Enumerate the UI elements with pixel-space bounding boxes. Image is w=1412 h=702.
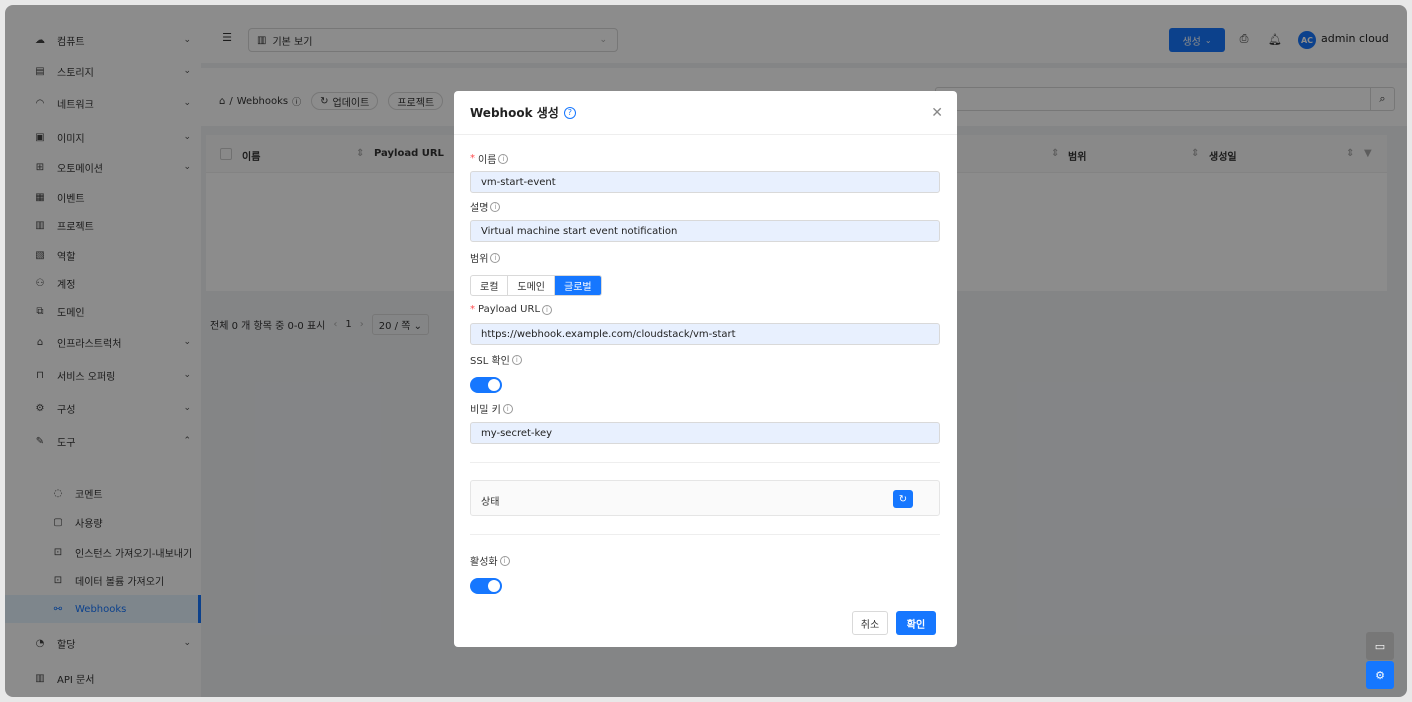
info-icon: i <box>490 201 501 212</box>
info-icon: i <box>511 354 522 365</box>
active-label: 활성화 i <box>470 553 510 568</box>
info-icon: i <box>499 555 510 566</box>
ssl-label: SSL 확인 i <box>470 352 522 367</box>
scope-option-global[interactable]: 글로벌 <box>555 276 601 295</box>
payload-url-field[interactable]: https://webhook.example.com/cloudstack/v… <box>470 323 940 345</box>
name-field[interactable]: vm-start-event <box>470 171 940 193</box>
dialog-header: Webhook 생성 ? ✕ <box>454 91 957 135</box>
scope-option-domain[interactable]: 도메인 <box>508 276 556 295</box>
name-label: * 이름 i <box>470 151 509 166</box>
active-toggle[interactable] <box>470 578 502 594</box>
dialog-title: Webhook 생성 <box>470 106 559 120</box>
scope-selector: 로컬 도메인 글로벌 <box>470 275 602 296</box>
reload-icon[interactable]: ↻ <box>893 490 913 508</box>
description-label: 설명 i <box>470 199 501 214</box>
app-window: ☁ 컴퓨트 ⌄ ▤ 스토리지 ⌄ ◠ 네트워크 ⌄ ▣ 이미지 ⌄ ⊞ 오토메이션 ⌄ ▦ 이벤트 ▥… <box>5 5 1407 697</box>
divider <box>470 534 940 535</box>
secret-key-label: 비밀 키i <box>470 401 513 416</box>
help-icon[interactable]: ? <box>563 106 576 119</box>
status-panel: 상태 ↻ <box>470 480 940 516</box>
ssl-toggle[interactable] <box>470 377 502 393</box>
confirm-button[interactable]: 확인 <box>896 611 936 635</box>
setting-icon[interactable]: ⚙ <box>1366 661 1394 689</box>
scope-option-local[interactable]: 로컬 <box>471 276 509 295</box>
payload-url-label: * Payload URL i <box>470 304 553 315</box>
info-icon: i <box>490 252 501 263</box>
info-icon: i <box>502 403 513 414</box>
cancel-button[interactable]: 취소 <box>852 611 888 635</box>
divider <box>470 462 940 463</box>
scope-label: 범위 i <box>470 250 501 265</box>
float-panel-button[interactable]: ▭ <box>1366 632 1394 660</box>
status-label: 상태 <box>481 497 500 508</box>
info-icon: i <box>542 304 553 315</box>
webhook-create-dialog: Webhook 생성 ? ✕ * 이름 i vm-start-event 설명 i V… <box>454 91 957 647</box>
close-icon[interactable]: ✕ <box>931 105 943 121</box>
description-field[interactable]: Virtual machine start event notification <box>470 220 940 242</box>
info-icon: i <box>498 153 509 164</box>
secret-key-field[interactable]: my-secret-key <box>470 422 940 444</box>
